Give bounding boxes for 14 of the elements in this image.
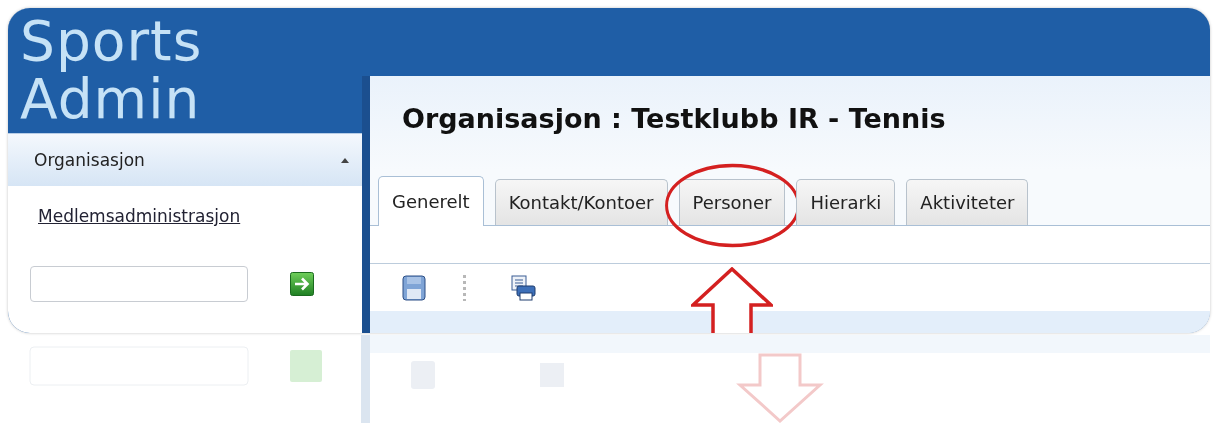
tab[interactable]: Kontakt/Kontoer [494,179,668,225]
tab[interactable]: Aktiviteter [906,179,1029,225]
save-icon[interactable] [402,274,426,301]
page-title: Organisasjon : Testklubb IR - Tennis [402,103,946,134]
search-field[interactable] [30,266,248,302]
print-icon[interactable] [510,274,536,301]
sidebar-section-header[interactable]: Organisasjon [8,133,362,186]
sidebar-link[interactable]: Medlemsadministrasjon [38,206,241,226]
section-title: Organisasjon [34,150,145,170]
caret-icon [340,156,350,164]
tab[interactable]: Generelt [378,176,484,226]
tab[interactable]: Hierarki [796,179,896,225]
logo-text: Sports [20,12,203,70]
tab[interactable]: Personer [678,179,786,225]
